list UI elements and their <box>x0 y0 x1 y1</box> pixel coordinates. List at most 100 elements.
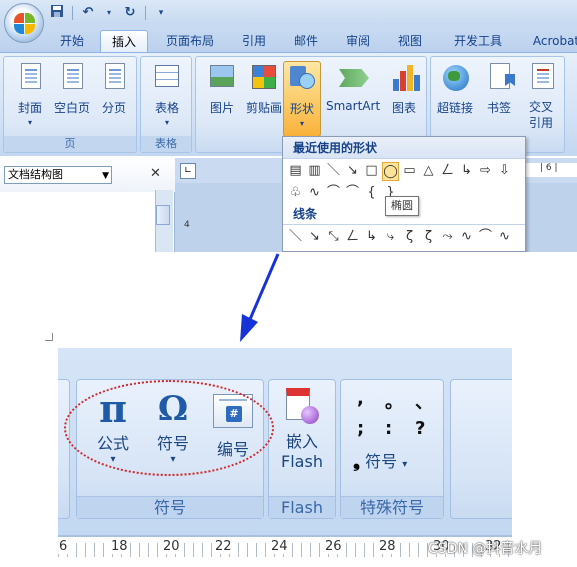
cross-reference-button[interactable]: 交叉引用 <box>519 61 563 131</box>
tab-insert[interactable]: 插入 <box>100 30 148 52</box>
scrollbar-thumb[interactable] <box>156 205 170 225</box>
shape-item[interactable]: ⇨ <box>477 162 494 181</box>
table-icon <box>155 65 179 87</box>
tab-page-layout[interactable]: 页面布局 <box>158 30 222 52</box>
comma-symbol[interactable]: , <box>357 388 364 409</box>
separator <box>145 6 146 20</box>
tab-references[interactable]: 引用 <box>234 30 274 52</box>
shape-item[interactable]: ∿ <box>306 184 323 203</box>
cover-page-button[interactable]: 封面 ▾ <box>8 61 52 131</box>
shape-item[interactable]: ⇩ <box>496 162 513 181</box>
shape-item[interactable]: ζ <box>420 228 437 247</box>
word-ribbon-screenshot: ↶ ▾ ↻ ▾ 开始 插入 页面布局 引用 邮件 审阅 视图 开发工具 Acro… <box>0 0 577 252</box>
shape-item[interactable]: ＼ <box>325 162 342 181</box>
shape-item[interactable]: ㄥ <box>439 162 456 181</box>
tab-mailings[interactable]: 邮件 <box>286 30 326 52</box>
shape-item[interactable]: ↘ <box>344 162 361 181</box>
shape-item[interactable]: ⌒ <box>477 228 494 247</box>
table-label: 表格 <box>154 101 179 115</box>
shape-item[interactable]: ∿ <box>496 228 513 247</box>
table-button[interactable]: 表格 ▾ <box>145 61 189 131</box>
shape-item[interactable]: ↳ <box>458 162 475 181</box>
shape-item[interactable]: ▥ <box>306 162 323 181</box>
office-button[interactable] <box>4 3 44 43</box>
shape-item[interactable]: ＼ <box>287 228 304 247</box>
shape-item[interactable]: ↳ <box>363 228 380 247</box>
clip-art-label: 剪贴画 <box>245 101 282 115</box>
tab-acrobat[interactable]: Acrobat <box>526 30 577 52</box>
tab-developer[interactable]: 开发工具 <box>446 30 510 52</box>
group-special-caption: 特殊符号 <box>341 496 443 518</box>
colon-symbol[interactable]: : <box>385 418 392 439</box>
vertical-ruler-number: 4 <box>184 220 190 230</box>
question-mark-symbol[interactable]: ? <box>415 418 425 439</box>
flash-icon <box>284 388 320 428</box>
semicolon-symbol[interactable]: ; <box>357 418 364 439</box>
shape-item[interactable]: ⌒ <box>344 184 361 203</box>
document-map-select[interactable]: 文档结构图 ▼ <box>4 166 112 184</box>
tab-selector-icon[interactable]: ∟ <box>180 163 196 179</box>
cross-reference-icon <box>532 63 554 89</box>
ruler-number: 26 <box>324 539 343 554</box>
page-break-label: 分页 <box>101 101 126 115</box>
flash-label: Flash <box>281 452 323 471</box>
quick-access-toolbar: ↶ ▾ ↻ ▾ <box>48 4 170 22</box>
shape-item[interactable]: △ <box>420 162 437 181</box>
redo-icon[interactable]: ↻ <box>121 4 139 22</box>
picture-button[interactable]: 图片 <box>200 61 244 131</box>
ruler-number: 24 <box>270 539 289 554</box>
clip-art-button[interactable]: 剪贴画 <box>242 61 286 131</box>
dropdown-arrow-icon: ▾ <box>27 118 32 127</box>
page-break-button[interactable]: 分页 <box>92 61 136 131</box>
blank-page-button[interactable]: 空白页 <box>50 61 94 131</box>
embed-label: 嵌入 <box>285 432 318 451</box>
lines-shapes-row: ＼ ↘ ⤡ ㄥ ↳ ⤷ ζ ζ ⤳ ∿ ⌒ ∿ <box>283 225 525 247</box>
undo-dropdown-icon[interactable]: ▾ <box>100 4 118 22</box>
shape-item[interactable]: ζ <box>401 228 418 247</box>
cover-page-icon <box>21 63 41 89</box>
down-arrow-icon <box>240 253 280 342</box>
period-symbol[interactable]: 。 <box>385 388 403 414</box>
tab-view[interactable]: 视图 <box>390 30 430 52</box>
group-page-caption: 页 <box>4 136 136 152</box>
customize-qat-icon[interactable]: ▾ <box>152 4 170 22</box>
document-map-header: 文档结构图 ▼ ✕ <box>0 158 175 192</box>
shape-item[interactable]: ▭ <box>401 162 418 181</box>
close-icon[interactable]: ✕ <box>150 166 161 181</box>
shapes-button[interactable]: 形状 ▾ <box>283 61 321 137</box>
shape-item[interactable]: □ <box>363 162 380 181</box>
symbol-dropdown-button[interactable]: ❟ 符号 ▾ <box>353 448 433 472</box>
ruler-fragment: | 6 | <box>526 163 577 177</box>
enumeration-comma-symbol[interactable]: 、 <box>415 388 433 414</box>
shape-item[interactable]: ♧ <box>287 184 304 203</box>
hyperlink-label: 超链接 <box>436 101 473 115</box>
separator <box>72 6 73 20</box>
tab-home[interactable]: 开始 <box>50 30 94 52</box>
undo-icon[interactable]: ↶ <box>79 4 97 22</box>
group-special-symbols: , 。 、 ; : ? ❟ 符号 ▾ 特殊符号 <box>340 379 444 519</box>
shape-item[interactable]: ⤷ <box>382 228 399 247</box>
shape-item[interactable]: ▤ <box>287 162 304 181</box>
embed-flash-button[interactable]: 嵌入 Flash <box>273 388 331 471</box>
office-logo-icon <box>14 13 36 35</box>
group-table: 表格 ▾ 表格 <box>140 56 192 153</box>
tab-review[interactable]: 审阅 <box>338 30 378 52</box>
chart-button[interactable]: 图表 <box>382 61 426 131</box>
ruler-number: 6 <box>58 539 69 554</box>
cross-reference-label: 交叉引用 <box>528 100 553 130</box>
shape-item[interactable]: ∿ <box>458 228 475 247</box>
smartart-button[interactable]: SmartArt <box>326 61 380 131</box>
shape-item[interactable]: ⌒ <box>325 184 342 203</box>
save-icon[interactable] <box>48 4 66 22</box>
shape-item[interactable]: ㄥ <box>344 228 361 247</box>
bookmark-button[interactable]: 书签 <box>477 61 521 131</box>
hyperlink-button[interactable]: 超链接 <box>433 61 477 131</box>
group-previous <box>58 379 70 519</box>
hyperlink-icon <box>443 65 469 91</box>
shape-item[interactable]: ↘ <box>306 228 323 247</box>
dropdown-arrow-icon: ▾ <box>164 118 169 127</box>
shape-item[interactable]: ⤳ <box>439 228 456 247</box>
shape-item[interactable]: ⤡ <box>325 228 342 247</box>
shape-item[interactable]: { <box>363 184 380 203</box>
shape-item[interactable]: ◯ <box>382 162 399 181</box>
